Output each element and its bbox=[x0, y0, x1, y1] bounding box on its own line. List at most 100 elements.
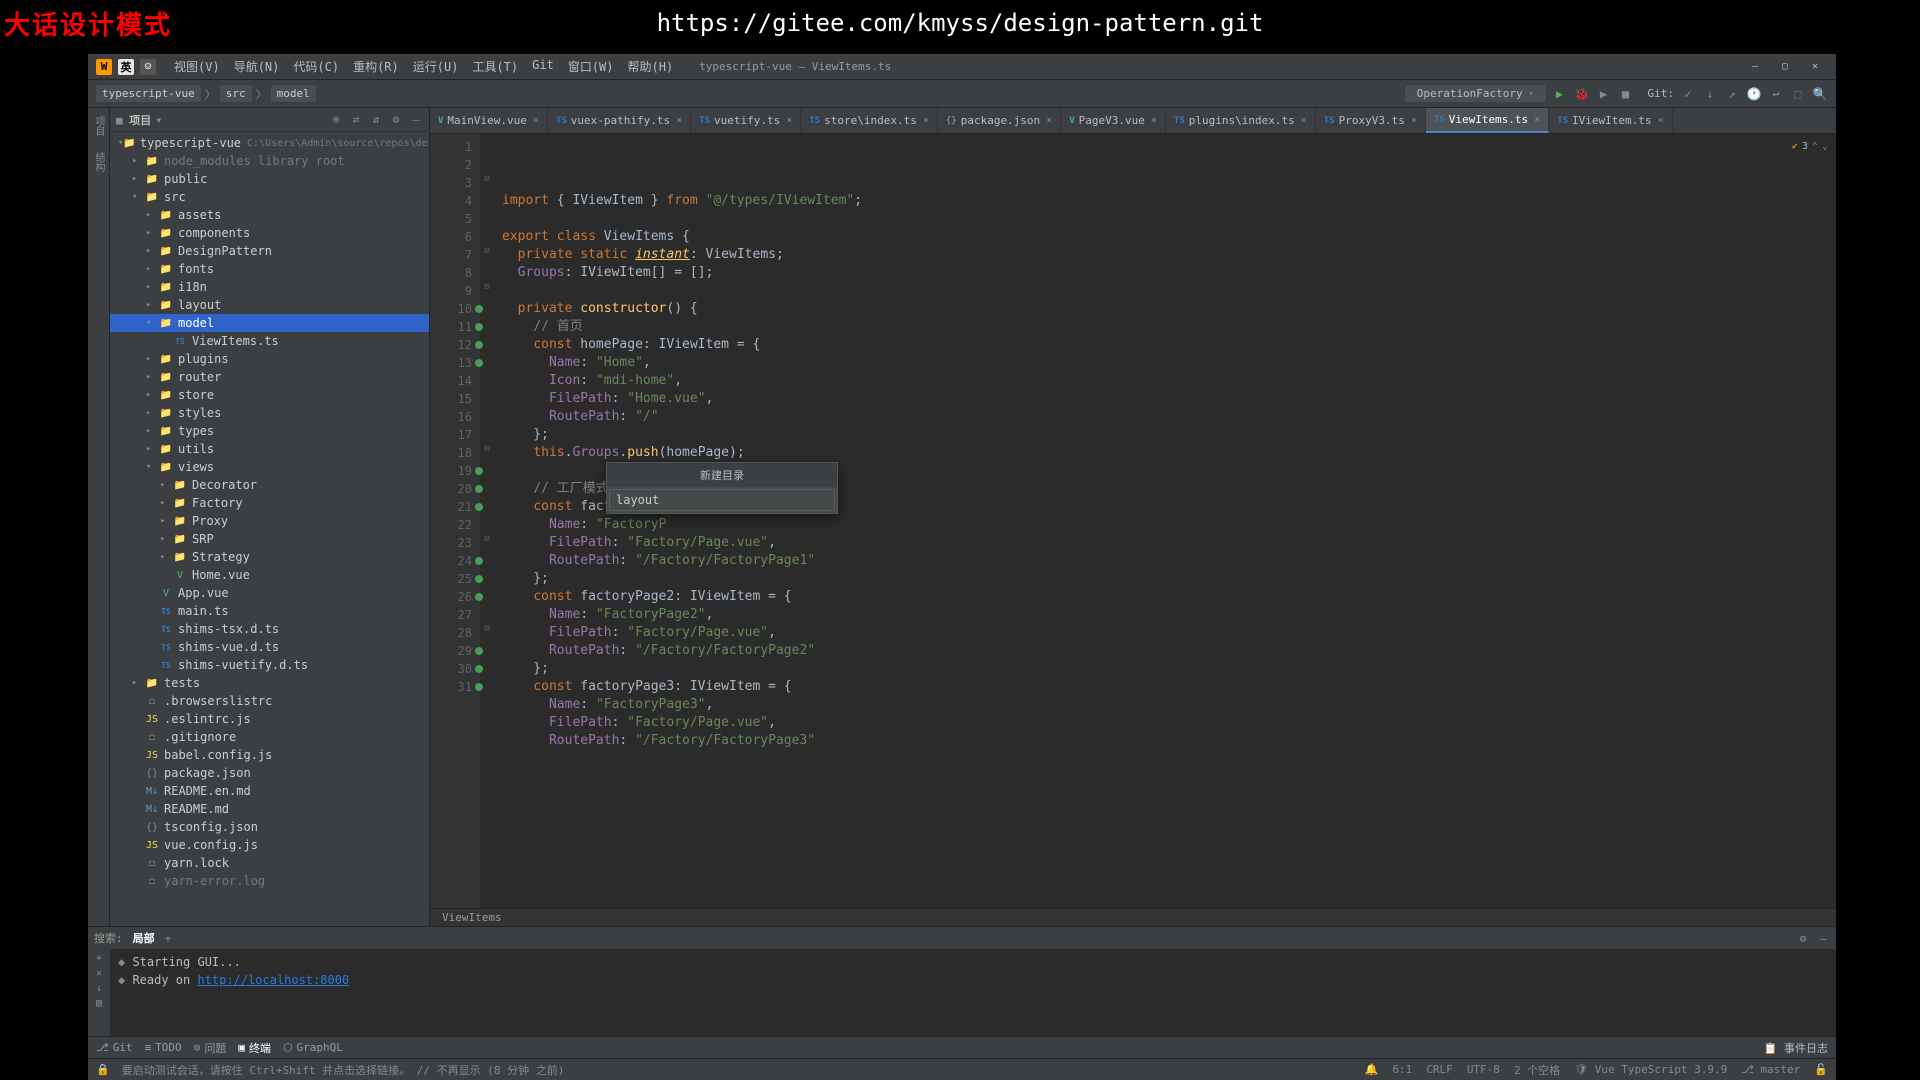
maximize-button[interactable]: ▢ bbox=[1776, 58, 1794, 76]
close-icon[interactable]: × bbox=[1301, 115, 1307, 126]
tree-item[interactable]: TSmain.ts bbox=[110, 602, 429, 620]
breadcrumb-item[interactable]: typescript-vue bbox=[96, 85, 201, 102]
tree-item[interactable]: ◻.browserslistrc bbox=[110, 692, 429, 710]
menu-item[interactable]: Git bbox=[526, 56, 560, 77]
tree-item[interactable]: {}tsconfig.json bbox=[110, 818, 429, 836]
editor-tab[interactable]: TSvuetify.ts× bbox=[691, 108, 801, 133]
menu-item[interactable]: 重构(R) bbox=[347, 56, 405, 77]
minimize-button[interactable]: ― bbox=[1746, 58, 1764, 76]
editor-tab[interactable]: {}package.json× bbox=[938, 108, 1061, 133]
tree-item[interactable]: M↓README.en.md bbox=[110, 782, 429, 800]
menu-item[interactable]: 视图(V) bbox=[168, 56, 226, 77]
debug-icon[interactable]: 🐞 bbox=[1574, 86, 1590, 102]
tree-item[interactable]: TSshims-vue.d.ts bbox=[110, 638, 429, 656]
breadcrumb-path[interactable]: ViewItems bbox=[430, 908, 1836, 926]
popup-input[interactable] bbox=[609, 489, 835, 511]
menu-item[interactable]: 工具(T) bbox=[466, 56, 524, 77]
tree-item[interactable]: ▾📁model bbox=[110, 314, 429, 332]
git-revert-icon[interactable]: ↩ bbox=[1768, 86, 1784, 102]
close-icon[interactable]: × bbox=[676, 115, 682, 126]
close-icon[interactable]: × bbox=[923, 115, 929, 126]
collapse-icon[interactable]: ⇵ bbox=[369, 113, 383, 127]
tree-item[interactable]: TSViewItems.ts bbox=[110, 332, 429, 350]
close-icon[interactable]: × bbox=[1658, 115, 1664, 126]
close-button[interactable]: ✕ bbox=[1806, 58, 1824, 76]
term-tab-local[interactable]: 局部 bbox=[133, 930, 155, 946]
term-new-icon[interactable]: + bbox=[96, 953, 102, 964]
rail-project[interactable]: 项目 bbox=[91, 112, 106, 140]
git-push-icon[interactable]: ↗ bbox=[1724, 86, 1740, 102]
code-area[interactable]: ✔ 3 ⌃⌄ import { IViewItem } from "@/type… bbox=[494, 134, 1836, 908]
search-everywhere-icon[interactable]: 🔍 bbox=[1812, 86, 1828, 102]
term-down-icon[interactable]: ↓ bbox=[96, 983, 102, 994]
tree-item[interactable]: JSvue.config.js bbox=[110, 836, 429, 854]
status-notify-icon[interactable]: 🔔 bbox=[1365, 1063, 1379, 1076]
tree-item[interactable]: ▾📁views bbox=[110, 458, 429, 476]
hide-icon[interactable]: ― bbox=[409, 113, 423, 127]
tree-item[interactable]: ▸📁fonts bbox=[110, 260, 429, 278]
editor-tab[interactable]: TSplugins\index.ts× bbox=[1166, 108, 1316, 133]
menu-item[interactable]: 导航(N) bbox=[228, 56, 286, 77]
tree-item[interactable]: ▸📁assets bbox=[110, 206, 429, 224]
status-lang[interactable]: 🛡 Vue TypeScript 3.9.9 bbox=[1574, 1063, 1727, 1076]
rail-structure[interactable]: 结构 bbox=[91, 148, 106, 176]
editor-tab[interactable]: TSvuex-pathify.ts× bbox=[548, 108, 691, 133]
close-icon[interactable]: × bbox=[786, 115, 792, 126]
tree-item[interactable]: ◻yarn.lock bbox=[110, 854, 429, 872]
tree-item[interactable]: JSbabel.config.js bbox=[110, 746, 429, 764]
locate-icon[interactable]: ⊕ bbox=[329, 113, 343, 127]
editor-tab[interactable]: TSIViewItem.ts× bbox=[1549, 108, 1672, 133]
tree-item[interactable]: ▸📁i18n bbox=[110, 278, 429, 296]
bottom-tab[interactable]: ▣终端 bbox=[238, 1040, 271, 1056]
tree-item[interactable]: ◻yarn-error.log bbox=[110, 872, 429, 890]
editor-tab[interactable]: TSViewItems.ts× bbox=[1426, 108, 1549, 133]
editor-tab[interactable]: TSstore\index.ts× bbox=[801, 108, 938, 133]
tree-item[interactable]: ▸📁layout bbox=[110, 296, 429, 314]
bottom-tab[interactable]: ⎇Git bbox=[96, 1041, 133, 1054]
tree-item[interactable]: ▸📁styles bbox=[110, 404, 429, 422]
menu-item[interactable]: 帮助(H) bbox=[622, 56, 680, 77]
event-log[interactable]: 📋 事件日志 bbox=[1764, 1040, 1828, 1056]
inspection-widget[interactable]: ✔ 3 ⌃⌄ bbox=[1792, 138, 1828, 156]
tree-item[interactable]: ▸📁SRP bbox=[110, 530, 429, 548]
ime-badge[interactable]: 英 bbox=[118, 59, 134, 75]
search-icon[interactable]: ⬚ bbox=[1790, 86, 1806, 102]
settings-icon[interactable]: ⚙ bbox=[389, 113, 403, 127]
menu-item[interactable]: 窗口(W) bbox=[562, 56, 620, 77]
tree-item[interactable]: ◻.gitignore bbox=[110, 728, 429, 746]
bottom-tab[interactable]: ⊙问题 bbox=[194, 1040, 227, 1056]
tree-item[interactable]: ▸📁store bbox=[110, 386, 429, 404]
tree-item[interactable]: ▾📁typescript-vueC:\Users\Admin\source\re… bbox=[110, 134, 429, 152]
run-icon[interactable]: ▶ bbox=[1552, 86, 1568, 102]
term-hide-icon[interactable]: ― bbox=[1816, 931, 1830, 945]
run-config-dropdown[interactable]: OperationFactory bbox=[1405, 85, 1546, 102]
close-icon[interactable]: × bbox=[1411, 115, 1417, 126]
tree-item[interactable]: {}package.json bbox=[110, 764, 429, 782]
tree-item[interactable]: ▸📁components bbox=[110, 224, 429, 242]
git-update-icon[interactable]: ✓ bbox=[1680, 86, 1696, 102]
tree-item[interactable]: ▸📁Factory bbox=[110, 494, 429, 512]
term-close-icon[interactable]: ✕ bbox=[96, 968, 102, 979]
term-settings-icon[interactable]: ⚙ bbox=[1796, 931, 1810, 945]
status-indent[interactable]: 2 个空格 bbox=[1514, 1062, 1560, 1078]
tree-item[interactable]: TSshims-vuetify.d.ts bbox=[110, 656, 429, 674]
term-split-icon[interactable]: ▤ bbox=[96, 998, 102, 1009]
tree-item[interactable]: VHome.vue bbox=[110, 566, 429, 584]
tree-item[interactable]: ▸📁DesignPattern bbox=[110, 242, 429, 260]
expand-icon[interactable]: ⇄ bbox=[349, 113, 363, 127]
stop-icon[interactable]: ■ bbox=[1618, 86, 1634, 102]
tree-item[interactable]: M↓README.md bbox=[110, 800, 429, 818]
tree-item[interactable]: ▸📁tests bbox=[110, 674, 429, 692]
project-tree[interactable]: ▾📁typescript-vueC:\Users\Admin\source\re… bbox=[110, 132, 429, 926]
close-icon[interactable]: × bbox=[1046, 115, 1052, 126]
git-history-icon[interactable]: 🕐 bbox=[1746, 86, 1762, 102]
status-encoding[interactable]: UTF-8 bbox=[1467, 1063, 1500, 1076]
tree-item[interactable]: ▾📁src bbox=[110, 188, 429, 206]
tree-item[interactable]: ▸📁Proxy bbox=[110, 512, 429, 530]
bottom-tab[interactable]: ⬡GraphQL bbox=[283, 1041, 343, 1054]
tree-item[interactable]: JS.eslintrc.js bbox=[110, 710, 429, 728]
editor-tab[interactable]: TSProxyV3.ts× bbox=[1316, 108, 1426, 133]
tree-item[interactable]: VApp.vue bbox=[110, 584, 429, 602]
tree-item[interactable]: ▸📁router bbox=[110, 368, 429, 386]
editor-tab[interactable]: VMainView.vue× bbox=[430, 108, 548, 133]
